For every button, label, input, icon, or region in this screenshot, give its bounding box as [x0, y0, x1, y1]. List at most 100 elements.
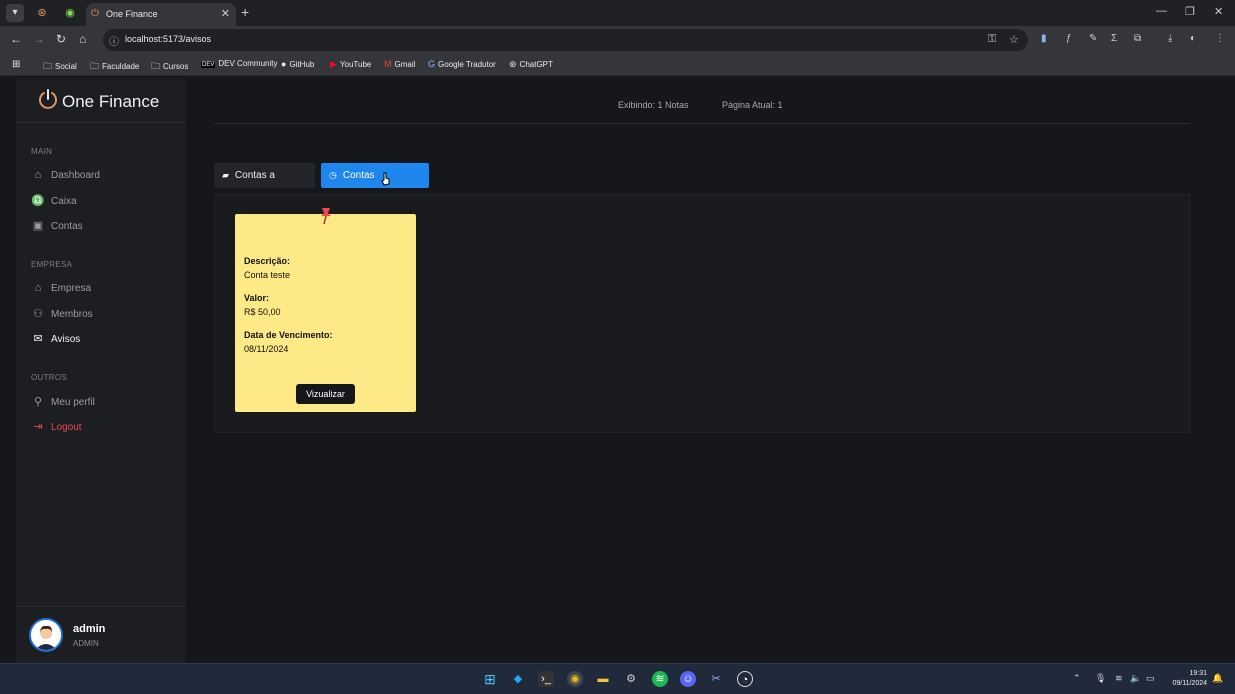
- clock-date: 09/11/2024: [1172, 680, 1207, 687]
- youtube-icon: ▶: [330, 59, 337, 69]
- folder-icon: 🗀: [43, 61, 53, 71]
- profile-name: admin: [73, 623, 106, 635]
- microphone-icon[interactable]: 🎙: [1095, 673, 1106, 684]
- clock-time: 19:31: [1189, 670, 1207, 677]
- gmail-icon: M: [384, 59, 392, 69]
- snipping-tool-icon[interactable]: ✂: [708, 671, 724, 687]
- folder-icon: 🗀: [90, 61, 100, 71]
- bookmark-tradutor[interactable]: G Google Tradutor: [428, 59, 496, 69]
- divider: [16, 606, 186, 607]
- reload-icon[interactable]: ↻: [56, 32, 66, 46]
- extension-icon[interactable]: ✎: [1089, 33, 1097, 44]
- sidebar-item-perfil[interactable]: ⚲ Meu perfil: [31, 395, 95, 411]
- due-date-label: Data de Vencimento:: [244, 330, 333, 340]
- notes-count: Exibindo: 1 Notas: [618, 100, 689, 110]
- minimize-icon[interactable]: —: [1156, 5, 1167, 17]
- users-icon: ⚇: [33, 308, 43, 320]
- notification-bell-icon[interactable]: 🔔: [1212, 673, 1223, 684]
- wifi-icon[interactable]: ≋: [1115, 673, 1123, 684]
- site-info-icon[interactable]: ⓘ: [109, 33, 119, 48]
- system-clock[interactable]: 19:31 09/11/2024: [1165, 669, 1207, 689]
- download-icon[interactable]: ⤓: [1168, 33, 1172, 44]
- logout-icon: ⇥: [33, 421, 43, 433]
- home-icon: ⌂: [34, 169, 42, 181]
- bookmarks-bar: ⊞ 🗀 Social 🗀 Faculdade 🗀 Cursos DEV DEV Comm…: [0, 54, 1235, 76]
- extension-icon[interactable]: Ʃ: [1111, 33, 1117, 44]
- section-main: MAIN: [31, 147, 53, 156]
- close-tab-icon[interactable]: ✕: [221, 7, 230, 20]
- extensions-puzzle-icon[interactable]: ⧉: [1134, 33, 1141, 44]
- sidebar: One Finance MAIN ⌂ Dashboard ♎ Caixa ▣ Cont…: [16, 78, 186, 663]
- file-explorer-icon[interactable]: ▬: [595, 671, 611, 687]
- sticky-note-icon: ▰: [222, 170, 229, 180]
- tab-contas-a-vencer[interactable]: ▰Contas a Vencer: [214, 163, 315, 206]
- bookmark-dev[interactable]: DEV DEV Community: [201, 59, 277, 68]
- back-icon[interactable]: ←: [10, 32, 22, 46]
- new-tab-icon[interactable]: +: [241, 4, 249, 20]
- extension-icon[interactable]: ▮: [1041, 33, 1047, 44]
- translate-icon: G: [428, 59, 436, 69]
- spotify-icon[interactable]: ≋: [652, 671, 668, 687]
- terminal-icon[interactable]: ›_: [538, 671, 554, 687]
- note-card: Descrição: Conta teste Valor: R$ 50,00 D…: [235, 208, 416, 412]
- folder-icon: 🗀: [151, 61, 161, 71]
- volume-icon[interactable]: 🔈: [1130, 673, 1141, 684]
- url-bar[interactable]: ⓘ localhost:5173/avisos ⚿ ☆: [103, 29, 1028, 51]
- bookmark-star-icon[interactable]: ☆: [1009, 33, 1019, 46]
- obs-icon[interactable]: ◔: [737, 671, 753, 687]
- url-text: localhost:5173/avisos: [125, 34, 212, 44]
- profile-icon[interactable]: ◐: [1190, 33, 1196, 44]
- power-logo-icon: [39, 89, 57, 109]
- chrome-icon[interactable]: ◉: [567, 671, 583, 687]
- sidebar-item-dashboard[interactable]: ⌂ Dashboard: [31, 169, 100, 185]
- tab-search-icon[interactable]: ▾: [6, 4, 24, 22]
- section-outros: OUTROS: [31, 373, 68, 382]
- battery-icon[interactable]: ▭: [1146, 673, 1155, 684]
- sidebar-item-empresa[interactable]: ⌂ Empresa: [31, 282, 91, 298]
- sidebar-item-membros[interactable]: ⚇ Membros: [31, 307, 93, 323]
- cash-icon: ▣: [32, 220, 44, 232]
- vscode-icon[interactable]: ◆: [510, 671, 526, 687]
- amount-label: Valor:: [244, 293, 270, 303]
- clock-icon: ◷: [329, 170, 337, 180]
- tray-chevron-icon[interactable]: ⌃: [1073, 673, 1081, 684]
- one-finance-favicon-icon: ⏻: [91, 8, 99, 19]
- profile-role: ADMIN: [73, 639, 99, 648]
- section-empresa: EMPRESA: [31, 260, 73, 269]
- active-tab[interactable]: ⏻ One Finance ✕: [86, 3, 236, 26]
- pinned-tab-icon[interactable]: ◉: [62, 5, 78, 21]
- password-key-icon[interactable]: ⚿: [988, 33, 996, 46]
- due-date-value: 08/11/2024: [244, 344, 289, 354]
- bookmark-faculdade[interactable]: 🗀 Faculdade: [90, 59, 139, 75]
- pushpin-icon: [321, 208, 331, 225]
- sidebar-item-logout[interactable]: ⇥ Logout: [31, 420, 81, 436]
- avatar[interactable]: [29, 618, 63, 652]
- sidebar-item-avisos[interactable]: ✉ Avisos: [31, 332, 80, 348]
- divider: [16, 122, 186, 123]
- home-icon[interactable]: ⌂: [79, 32, 86, 46]
- brand-title: One Finance: [62, 92, 160, 111]
- tab-contas-atrasadas[interactable]: ◷Contas Atrasadas: [321, 163, 429, 206]
- menu-kebab-icon[interactable]: ⋮: [1215, 33, 1225, 44]
- address-toolbar: ← → ↻ ⌂ ⓘ localhost:5173/avisos ⚿ ☆ ▮ ƒ …: [0, 26, 1235, 54]
- restore-icon[interactable]: ❐: [1185, 5, 1195, 18]
- apps-grid-icon[interactable]: ⊞: [12, 59, 20, 70]
- pinned-tab-icon[interactable]: ⊛: [34, 5, 50, 21]
- bookmark-cursos[interactable]: 🗀 Cursos: [151, 59, 188, 75]
- discord-icon[interactable]: ☺: [680, 671, 696, 687]
- windows-start-icon[interactable]: ⊞: [482, 671, 498, 687]
- extension-icon[interactable]: ƒ: [1066, 33, 1072, 44]
- dev-icon: DEV: [201, 62, 216, 68]
- bookmark-chatgpt[interactable]: ⊛ ChatGPT: [509, 59, 553, 70]
- bookmark-gmail[interactable]: M Gmail: [384, 59, 415, 69]
- close-window-icon[interactable]: ✕: [1214, 5, 1223, 18]
- forward-icon[interactable]: →: [33, 32, 45, 46]
- view-button[interactable]: Vizualizar: [296, 384, 355, 404]
- bookmark-github[interactable]: ● GitHub: [281, 59, 314, 69]
- settings-gear-icon[interactable]: ⚙: [623, 671, 639, 687]
- bookmark-social[interactable]: 🗀 Social: [43, 59, 77, 75]
- piggy-bank-icon: ♎: [31, 195, 45, 207]
- sidebar-item-contas[interactable]: ▣ Contas: [31, 219, 83, 235]
- sidebar-item-caixa[interactable]: ♎ Caixa: [31, 194, 76, 210]
- bookmark-youtube[interactable]: ▶ YouTube: [330, 59, 371, 70]
